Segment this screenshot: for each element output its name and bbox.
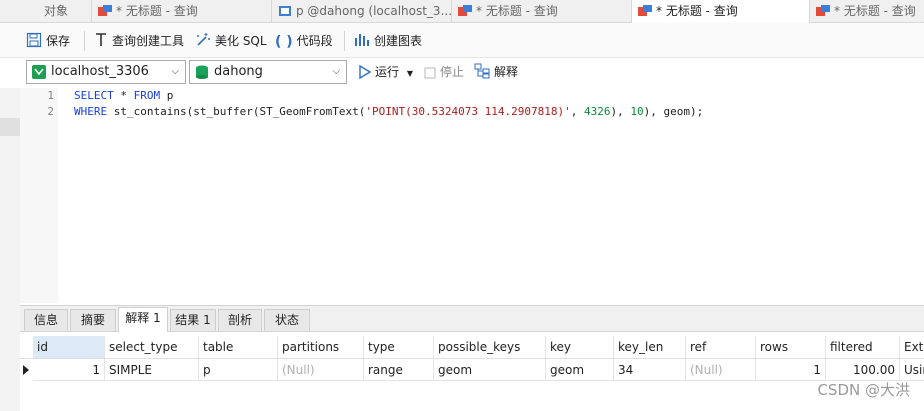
column-header-id[interactable]: id	[33, 336, 105, 358]
connection-value: localhost_3306	[51, 64, 149, 79]
save-icon	[26, 32, 42, 53]
explain-icon	[474, 63, 490, 84]
query-icon	[816, 2, 830, 16]
line-number: 1	[47, 89, 54, 102]
database-value: dahong	[214, 64, 263, 79]
stop-button[interactable]: 停止	[424, 63, 464, 81]
query-toolbar: 保存 查询创建工具 美化 SQL ( ) 代码段 创建图表	[0, 23, 924, 58]
column-header-key[interactable]: key	[546, 336, 614, 358]
tab-objects-label: 对象	[44, 4, 69, 18]
current-row-indicator-icon	[23, 365, 29, 375]
table-cell-partitions[interactable]: (Null)	[278, 359, 364, 381]
sql-editor[interactable]: 1 2 SELECT * FROM p WHERE st_contains(st…	[20, 88, 924, 303]
separator	[84, 31, 85, 51]
database-icon	[195, 65, 209, 87]
bar-chart-icon	[354, 32, 370, 53]
table-cell-extra[interactable]: Using	[900, 359, 924, 381]
table-cell-rows[interactable]: 1	[756, 359, 826, 381]
tab-label: p @dahong (localhost_3...	[296, 4, 452, 18]
save-label: 保存	[46, 34, 71, 48]
stop-icon	[424, 66, 436, 84]
chevron-down-icon: ⌵	[171, 66, 179, 77]
table-cell-id[interactable]: 1	[33, 359, 105, 381]
play-icon	[358, 64, 372, 84]
line-number: 2	[47, 105, 54, 118]
query-builder-icon	[94, 32, 108, 53]
parentheses-icon: ( )	[275, 34, 293, 50]
table-icon	[278, 2, 292, 16]
tab-label: * 无标题 - 查询	[476, 4, 558, 18]
tab-query-active[interactable]: * 无标题 - 查询	[632, 0, 810, 24]
table-cell-key[interactable]: geom	[546, 359, 614, 381]
run-label: 运行	[375, 65, 400, 79]
create-chart-button[interactable]: 创建图表	[354, 32, 422, 50]
query-builder-label: 查询创建工具	[112, 34, 185, 48]
tab-explain-1[interactable]: 解释 1	[118, 307, 168, 332]
column-header-table[interactable]: table	[199, 336, 278, 358]
create-chart-label: 创建图表	[374, 34, 423, 48]
query-icon	[638, 2, 652, 16]
separator	[344, 31, 345, 51]
table-cell-possible-keys[interactable]: geom	[434, 359, 546, 381]
tab-table-p[interactable]: p @dahong (localhost_3...	[272, 0, 452, 23]
table-cell-key-len[interactable]: 34	[614, 359, 686, 381]
line-number-gutter: 1 2	[20, 88, 58, 303]
beautify-sql-button[interactable]: 美化 SQL	[195, 32, 267, 50]
run-button[interactable]: 运行 ▼	[358, 63, 413, 81]
column-header-select-type[interactable]: select_type	[105, 336, 199, 358]
column-header-type[interactable]: type	[364, 336, 434, 358]
code-line: WHERE st_contains(st_buffer(ST_GeomFromT…	[74, 105, 704, 118]
column-header-key-len[interactable]: key_len	[614, 336, 686, 358]
snippet-label: 代码段	[296, 34, 333, 48]
column-header-partitions[interactable]: partitions	[278, 336, 364, 358]
magic-wand-icon	[195, 32, 211, 53]
tab-info[interactable]: 信息	[24, 309, 68, 331]
tab-label: * 无标题 - 查询	[834, 4, 916, 18]
connection-icon	[32, 65, 46, 87]
tab-objects[interactable]: 对象	[0, 0, 92, 23]
query-builder-button[interactable]: 查询创建工具	[94, 32, 184, 50]
left-margin	[0, 88, 20, 411]
table-cell-select-type[interactable]: SIMPLE	[105, 359, 199, 381]
column-header-possible-keys[interactable]: possible_keys	[434, 336, 546, 358]
tab-query-1[interactable]: * 无标题 - 查询	[92, 0, 272, 23]
table-cell-table[interactable]: p	[199, 359, 278, 381]
explain-label: 解释	[494, 65, 519, 79]
explain-result-grid[interactable]: id select_type table partitions type pos…	[20, 333, 924, 411]
tab-query-2[interactable]: * 无标题 - 查询	[452, 0, 632, 23]
code-snippet-button[interactable]: ( ) 代码段	[275, 32, 333, 50]
watermark: CSDN @大洪	[817, 381, 910, 399]
query-icon	[98, 2, 112, 16]
tab-label: * 无标题 - 查询	[656, 4, 738, 18]
table-cell-type[interactable]: range	[364, 359, 434, 381]
connection-select[interactable]: localhost_3306 ⌵	[26, 60, 186, 84]
tab-query-4[interactable]: * 无标题 - 查询	[810, 0, 924, 23]
code-line: SELECT * FROM p	[74, 89, 174, 102]
column-header-ref[interactable]: ref	[686, 336, 756, 358]
tab-status[interactable]: 状态	[264, 309, 310, 331]
result-tabs: 信息 摘要 解释 1 结果 1 剖析 状态	[20, 305, 924, 332]
database-select[interactable]: dahong ⌵	[189, 60, 347, 84]
table-cell-ref[interactable]: (Null)	[686, 359, 756, 381]
column-header-rows[interactable]: rows	[756, 336, 826, 358]
tab-profile[interactable]: 剖析	[218, 309, 262, 331]
connection-toolbar: localhost_3306 ⌵ dahong ⌵ 运行 ▼ 停止 解释	[0, 58, 924, 88]
column-header-filtered[interactable]: filtered	[826, 336, 900, 358]
tab-label: * 无标题 - 查询	[116, 4, 198, 18]
query-icon	[458, 2, 472, 16]
left-splitter[interactable]	[0, 118, 20, 136]
beautify-label: 美化 SQL	[215, 34, 267, 48]
chevron-down-icon: ⌵	[332, 66, 340, 77]
tab-strip: 对象 * 无标题 - 查询 p @dahong (localhost_3... …	[0, 0, 924, 24]
run-dropdown-icon[interactable]: ▼	[407, 69, 413, 78]
tab-summary[interactable]: 摘要	[70, 309, 116, 331]
stop-label: 停止	[440, 65, 465, 79]
tab-result-1[interactable]: 结果 1	[170, 309, 216, 331]
save-button[interactable]: 保存	[26, 32, 70, 50]
explain-button[interactable]: 解释	[474, 63, 518, 81]
table-cell-filtered[interactable]: 100.00	[826, 359, 900, 381]
column-header-extra[interactable]: Extra	[900, 336, 924, 358]
